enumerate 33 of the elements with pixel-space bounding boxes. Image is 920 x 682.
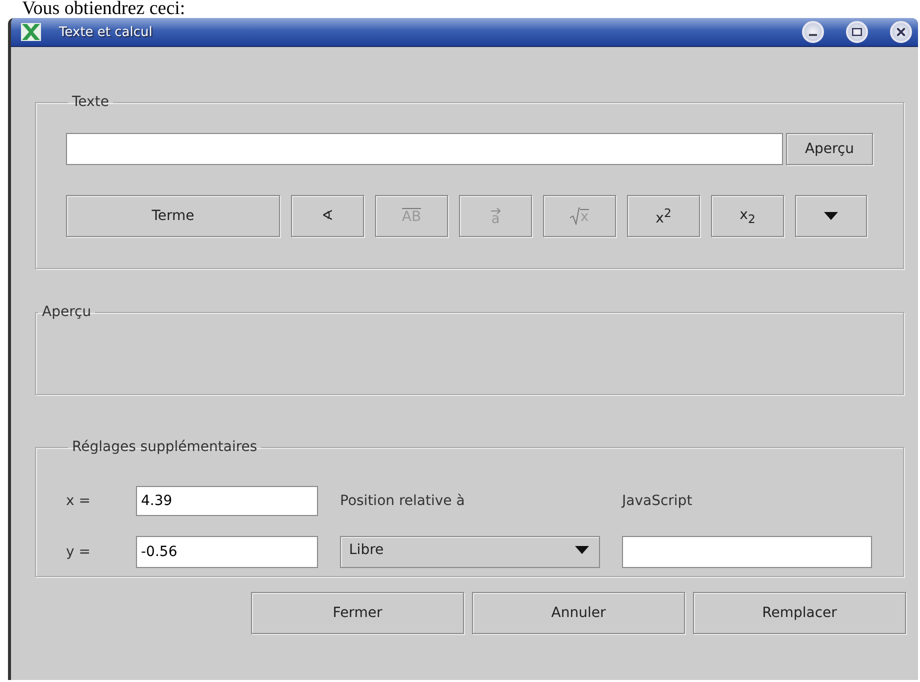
arrow-icon <box>490 208 500 214</box>
dialog-button[interactable]: Annuler <box>472 592 685 634</box>
panel-legend: Texte <box>68 93 113 111</box>
maximize-icon <box>852 28 862 36</box>
text-input[interactable] <box>66 133 783 165</box>
dialog-button[interactable]: Remplacer <box>693 592 906 634</box>
caption-text: Vous obtiendrez ceci: <box>21 0 186 18</box>
more-button[interactable] <box>795 195 867 237</box>
minimize-button[interactable] <box>802 21 824 43</box>
window-title: Texte et calcul <box>59 24 154 40</box>
y-field[interactable]: -0.56 <box>136 536 318 568</box>
dropdown-arrow-icon <box>824 212 838 220</box>
panel-legend: Aperçu <box>38 303 96 321</box>
panel-legend: Réglages supplémentaires <box>68 438 262 456</box>
y-label: y = <box>66 544 92 560</box>
position-label: Position relative à <box>340 493 466 509</box>
x-field[interactable]: 4.39 <box>136 486 318 516</box>
preview-button[interactable]: Aperçu <box>786 133 873 165</box>
radical-icon <box>570 207 580 225</box>
tool-button[interactable]: ∢ <box>291 195 364 237</box>
script-button[interactable]: x$^{2}$ <box>627 195 700 237</box>
app-icon <box>21 23 41 41</box>
close-icon <box>897 28 905 36</box>
maximize-button[interactable] <box>846 21 868 43</box>
close-button[interactable] <box>890 21 912 43</box>
position-dropdown[interactable]: Libre <box>340 536 600 568</box>
x-label: x = <box>66 493 92 509</box>
javascript-field[interactable] <box>622 536 872 568</box>
dialog-button[interactable]: Fermer <box>251 592 464 634</box>
javascript-label: JavaScript <box>622 493 694 509</box>
dropdown-arrow-icon <box>575 546 589 554</box>
script-button[interactable]: x$_{2}$ <box>711 195 784 237</box>
tool-button[interactable]: Terme <box>66 195 280 237</box>
